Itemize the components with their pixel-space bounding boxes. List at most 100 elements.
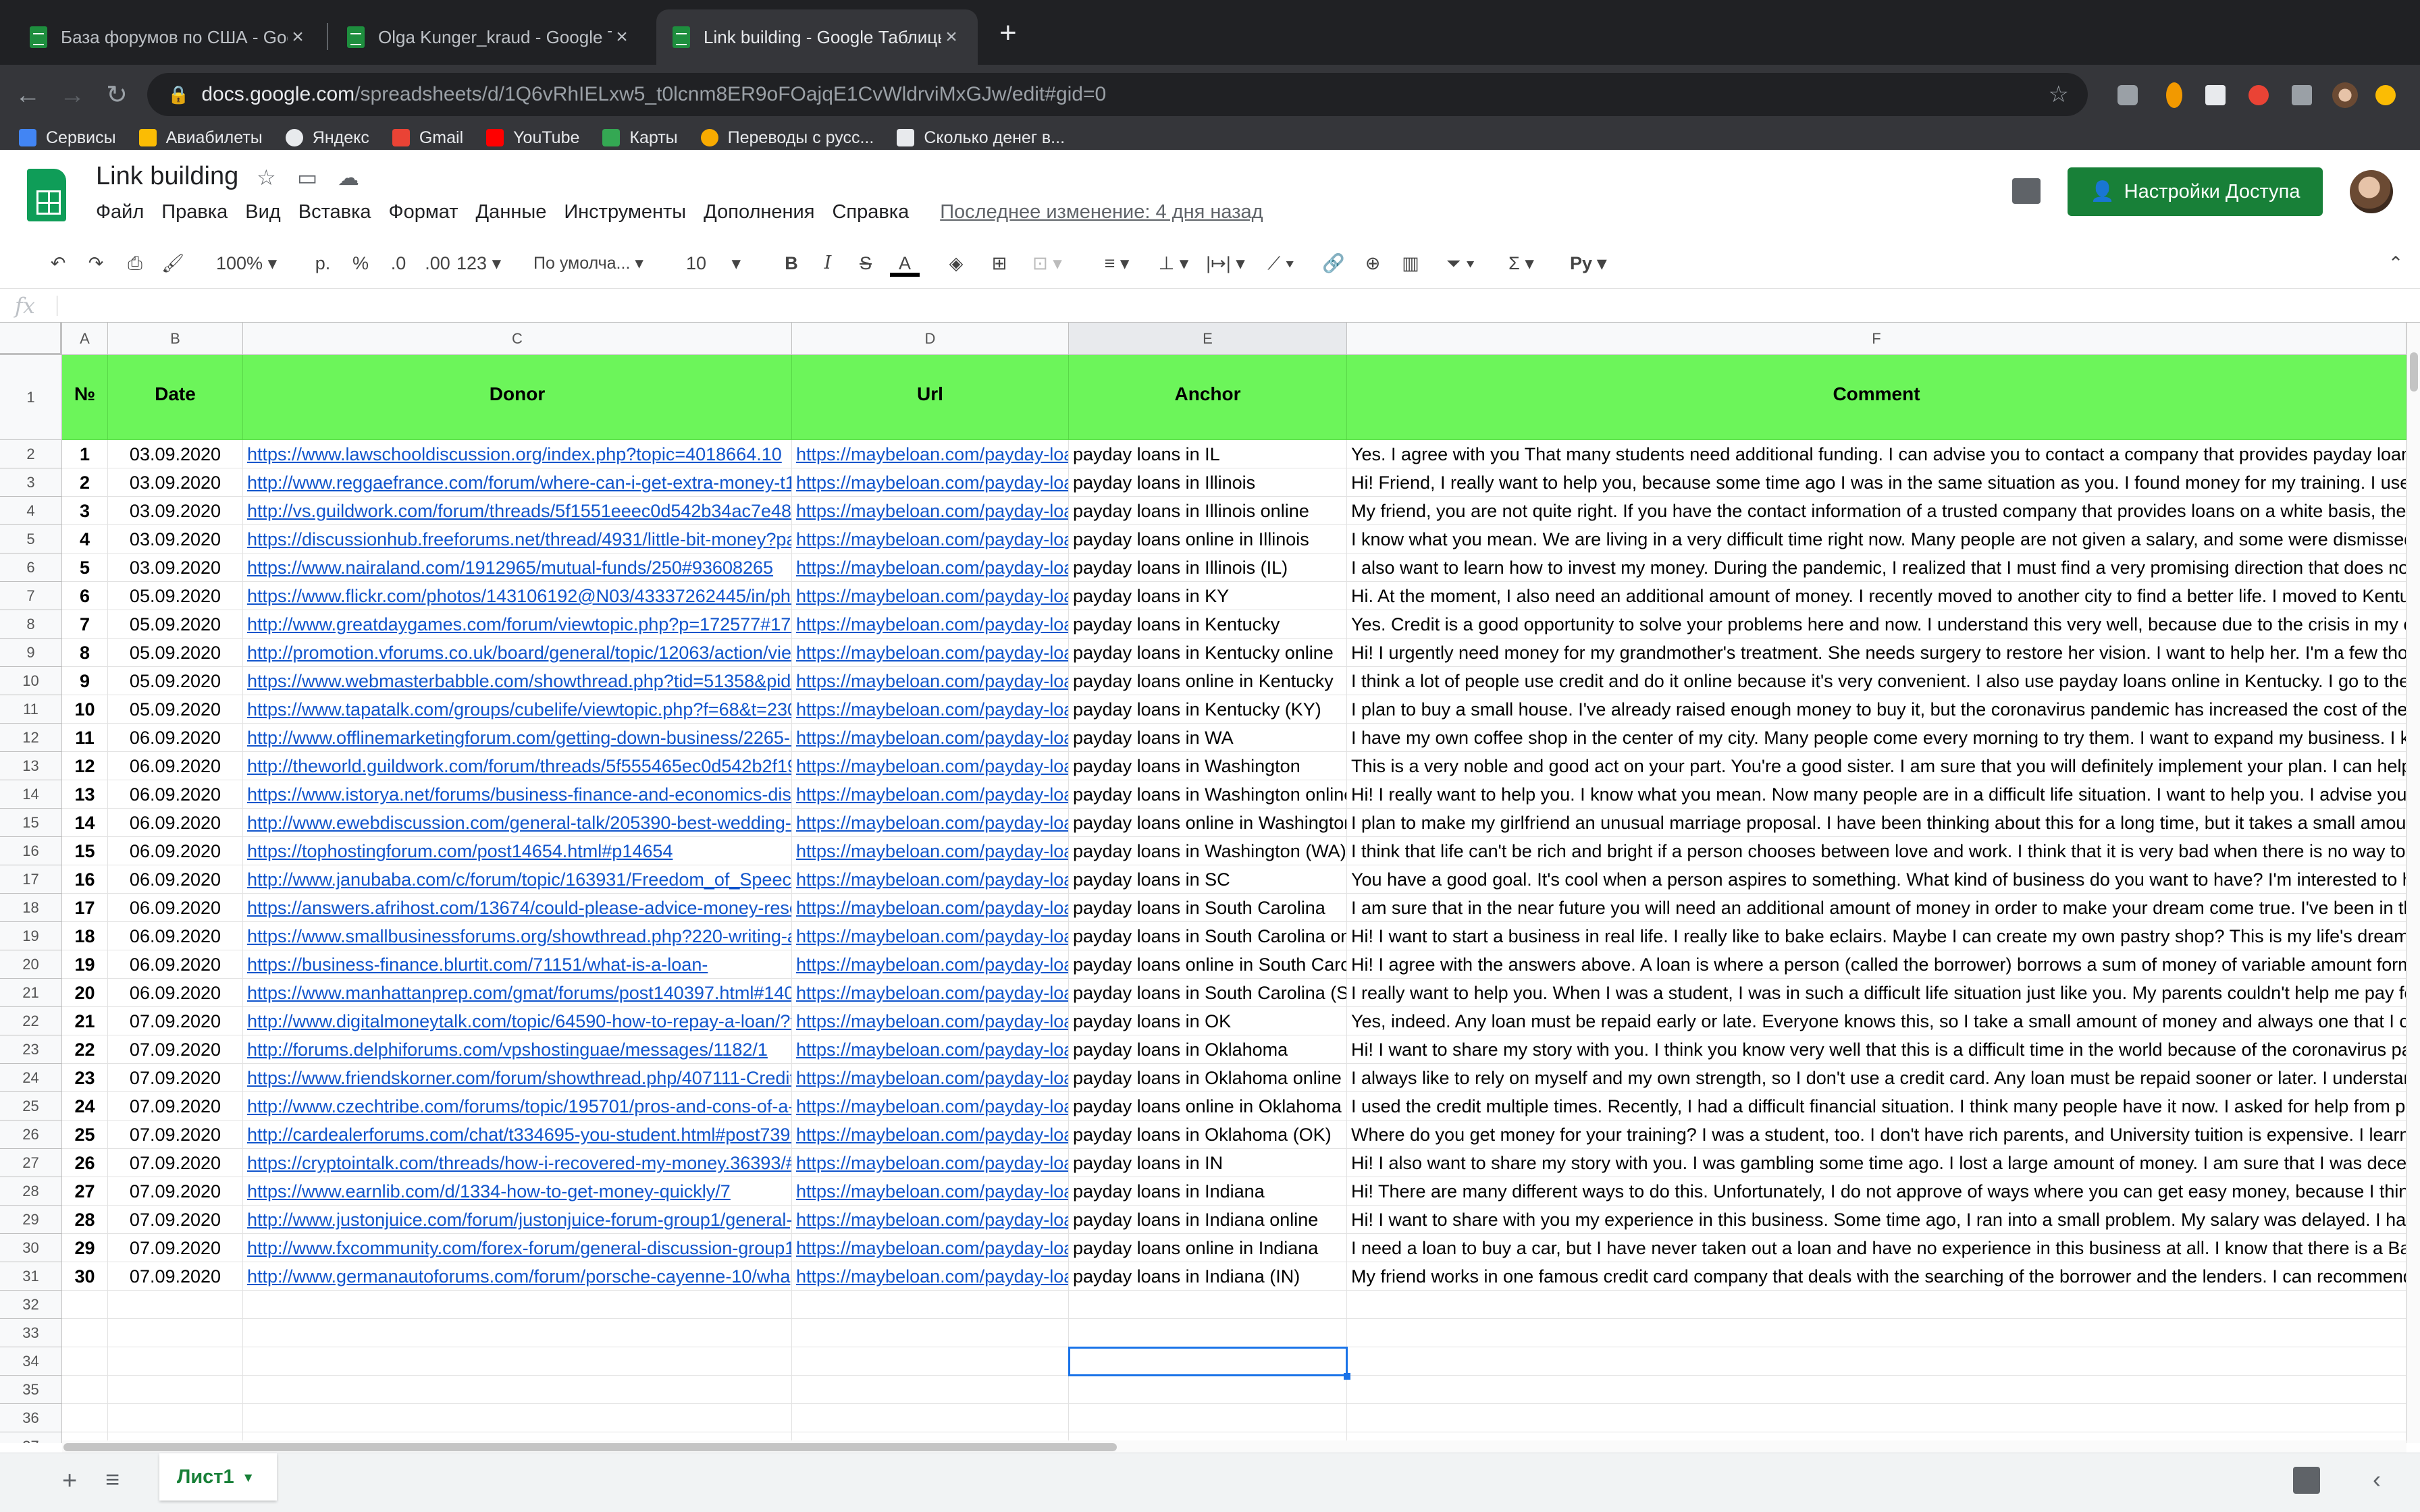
empty-cell[interactable] <box>243 1347 792 1376</box>
donor-link-cell[interactable]: https://answers.afrihost.com/13674/could… <box>243 894 792 922</box>
menu-tools[interactable]: Инструменты <box>564 201 686 223</box>
formula-bar[interactable]: fx <box>0 289 2420 323</box>
row-header[interactable]: 14 <box>0 780 62 809</box>
comment-cell[interactable]: Yes. Credit is a good opportunity to sol… <box>1347 610 2406 639</box>
anchor-cell[interactable]: payday loans in Washington <box>1069 752 1347 780</box>
row-header[interactable]: 35 <box>0 1376 62 1404</box>
date-cell[interactable]: 05.09.2020 <box>108 610 243 639</box>
row-number-cell[interactable]: 17 <box>62 894 108 922</box>
insert-chart-icon[interactable]: ▥ <box>1396 250 1425 277</box>
row-header[interactable]: 21 <box>0 979 62 1007</box>
row-header[interactable]: 18 <box>0 894 62 922</box>
sheets-logo-icon[interactable] <box>27 169 66 221</box>
comment-cell[interactable]: I think a lot of people use credit and d… <box>1347 667 2406 695</box>
decrease-decimal-button[interactable]: .0 <box>384 250 413 277</box>
menu-data[interactable]: Данные <box>476 201 547 223</box>
spreadsheet-grid[interactable]: A B C D E F 1 2 3 4 5 6 7 8 9 10 11 12 13 14 15 16 17 18 19 20 21 2… <box>0 323 2406 1443</box>
url-link-cell[interactable]: https://maybeloan.com/payday-loans-in <box>792 1149 1069 1177</box>
url-link-cell[interactable]: https://maybeloan.com/payday-loans-il <box>792 554 1069 582</box>
donor-link-cell[interactable]: http://www.ewebdiscussion.com/general-ta… <box>243 809 792 837</box>
new-tab-button[interactable]: + <box>999 16 1017 50</box>
empty-cell[interactable] <box>243 1291 792 1319</box>
side-panel-toggle-icon[interactable]: ‹ <box>2373 1465 2381 1494</box>
header-cell-d[interactable]: Url <box>792 355 1069 440</box>
empty-cell[interactable] <box>108 1404 243 1432</box>
donor-link-cell[interactable]: https://discussionhub.freeforums.net/thr… <box>243 525 792 554</box>
bookmark-maps[interactable]: Карты <box>602 128 678 148</box>
anchor-cell[interactable]: payday loans online in Kentucky <box>1069 667 1347 695</box>
row-header[interactable]: 10 <box>0 667 62 695</box>
browser-tab-1[interactable]: База форумов по США - Google Таблицы × <box>14 9 324 65</box>
date-cell[interactable]: 05.09.2020 <box>108 695 243 724</box>
select-all-corner[interactable] <box>0 323 62 355</box>
comment-cell[interactable]: I plan to buy a small house. I've alread… <box>1347 695 2406 724</box>
row-header[interactable]: 3 <box>0 468 62 497</box>
anchor-cell[interactable]: payday loans in Kentucky <box>1069 610 1347 639</box>
row-header[interactable]: 37 <box>0 1432 62 1443</box>
anchor-cell[interactable]: payday loans in SC <box>1069 865 1347 894</box>
url-link-cell[interactable]: https://maybeloan.com/payday-loans-sc <box>792 922 1069 950</box>
anchor-cell[interactable]: payday loans in IL <box>1069 440 1347 468</box>
date-cell[interactable]: 07.09.2020 <box>108 1262 243 1291</box>
date-cell[interactable]: 07.09.2020 <box>108 1064 243 1092</box>
anchor-cell[interactable]: payday loans in Oklahoma <box>1069 1035 1347 1064</box>
comment-cell[interactable]: I plan to make my girlfriend an unusual … <box>1347 809 2406 837</box>
row-number-cell[interactable]: 2 <box>62 468 108 497</box>
empty-cell[interactable] <box>62 1291 108 1319</box>
row-header[interactable]: 13 <box>0 752 62 780</box>
row-number-cell[interactable]: 25 <box>62 1120 108 1149</box>
row-number-cell[interactable]: 9 <box>62 667 108 695</box>
comment-cell[interactable]: Hi! I urgently need money for my grandmo… <box>1347 639 2406 667</box>
date-cell[interactable]: 06.09.2020 <box>108 950 243 979</box>
date-cell[interactable]: 03.09.2020 <box>108 525 243 554</box>
date-cell[interactable]: 07.09.2020 <box>108 1234 243 1262</box>
date-cell[interactable]: 05.09.2020 <box>108 639 243 667</box>
empty-cell[interactable] <box>108 1319 243 1347</box>
comment-cell[interactable]: I have my own coffee shop in the center … <box>1347 724 2406 752</box>
strikethrough-button[interactable]: S <box>852 250 879 277</box>
url-link-cell[interactable]: https://maybeloan.com/payday-loans-wa <box>792 780 1069 809</box>
comment-cell[interactable]: I really want to help you. When I was a … <box>1347 979 2406 1007</box>
empty-cell[interactable] <box>792 1376 1069 1404</box>
functions-icon[interactable]: Σ ▾ <box>1498 250 1545 277</box>
url-link-cell[interactable]: https://maybeloan.com/payday-loans-ok <box>792 1092 1069 1120</box>
comment-cell[interactable]: Hi! There are many different ways to do … <box>1347 1177 2406 1206</box>
empty-cell[interactable] <box>62 1347 108 1376</box>
horizontal-scrollbar[interactable] <box>62 1440 2406 1453</box>
url-link-cell[interactable]: https://maybeloan.com/payday-loans-in <box>792 1234 1069 1262</box>
row-header[interactable]: 33 <box>0 1319 62 1347</box>
zoom-select[interactable]: 100% ▾ <box>216 250 290 277</box>
extension-yellow-icon[interactable] <box>2375 85 2396 105</box>
row-header[interactable]: 11 <box>0 695 62 724</box>
donor-link-cell[interactable]: https://www.nairaland.com/1912965/mutual… <box>243 554 792 582</box>
row-number-cell[interactable]: 12 <box>62 752 108 780</box>
text-color-button[interactable]: A <box>890 250 920 277</box>
empty-cell[interactable] <box>792 1347 1069 1376</box>
anchor-cell[interactable]: payday loans in Oklahoma (OK) <box>1069 1120 1347 1149</box>
explore-icon[interactable] <box>2293 1467 2320 1494</box>
anchor-cell[interactable]: payday loans online in Oklahoma <box>1069 1092 1347 1120</box>
row-number-cell[interactable]: 26 <box>62 1149 108 1177</box>
filter-icon[interactable]: ⏷ ▾ <box>1437 250 1484 277</box>
donor-link-cell[interactable]: http://www.janubaba.com/c/forum/topic/16… <box>243 865 792 894</box>
donor-link-cell[interactable]: https://www.earnlib.com/d/1334-how-to-ge… <box>243 1177 792 1206</box>
url-link-cell[interactable]: https://maybeloan.com/payday-loans-ky <box>792 610 1069 639</box>
comment-cell[interactable]: Hi. At the moment, I also need an additi… <box>1347 582 2406 610</box>
comment-cell[interactable]: Hi! I want to share my story with you. I… <box>1347 1035 2406 1064</box>
row-number-cell[interactable]: 24 <box>62 1092 108 1120</box>
row-header[interactable]: 8 <box>0 610 62 639</box>
donor-link-cell[interactable]: http://www.offlinemarketingforum.com/get… <box>243 724 792 752</box>
vertical-scroll-thumb[interactable] <box>2410 352 2418 392</box>
forward-arrow-icon[interactable]: → <box>57 80 88 111</box>
donor-link-cell[interactable]: https://business-finance.blurtit.com/711… <box>243 950 792 979</box>
donor-link-cell[interactable]: https://www.istorya.net/forums/business-… <box>243 780 792 809</box>
row-number-cell[interactable]: 28 <box>62 1206 108 1234</box>
bookmark-gmail[interactable]: Gmail <box>392 128 463 148</box>
paint-format-icon[interactable]: 🖌 <box>159 250 186 277</box>
url-link-cell[interactable]: https://maybeloan.com/payday-loans-ky <box>792 667 1069 695</box>
comment-cell[interactable]: I know what you mean. We are living in a… <box>1347 525 2406 554</box>
date-cell[interactable]: 06.09.2020 <box>108 894 243 922</box>
empty-cell[interactable] <box>1347 1347 2406 1376</box>
horizontal-align-icon[interactable]: ≡ ▾ <box>1095 250 1138 277</box>
url-link-cell[interactable]: https://maybeloan.com/payday-loans-wa <box>792 809 1069 837</box>
